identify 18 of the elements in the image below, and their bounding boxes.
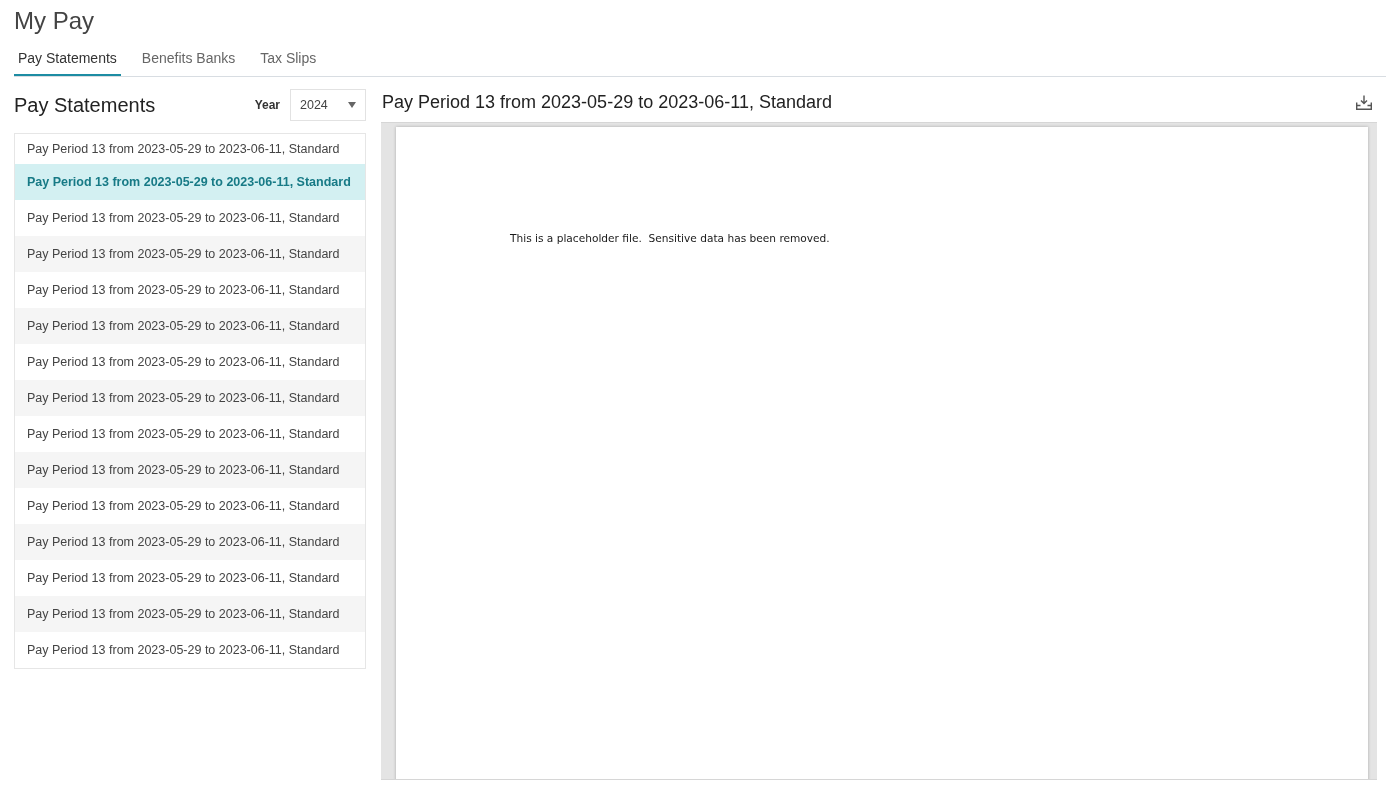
statement-item[interactable]: Pay Period 13 from 2023-05-29 to 2023-06-11, Standard: [15, 596, 365, 632]
tab[interactable]: Benefits Banks: [137, 40, 240, 76]
year-label: Year: [254, 98, 280, 112]
year-select[interactable]: 2024: [290, 89, 366, 121]
tab[interactable]: Tax Slips: [256, 40, 321, 76]
page-title: My Pay: [14, 6, 95, 36]
statement-item[interactable]: Pay Period 13 from 2023-05-29 to 2023-06-11, Standard: [15, 524, 365, 560]
viewer-title: Pay Period 13 from 2023-05-29 to 2023-06-11, Standard: [382, 91, 832, 113]
caret-icon: [348, 102, 356, 108]
document-text: This is a placeholder file. Sensitive data has been removed.: [510, 232, 830, 244]
section-title: Pay Statements: [14, 93, 157, 117]
tab[interactable]: Pay Statements: [14, 40, 121, 76]
statement-item[interactable]: Pay Period 13 from 2023-05-29 to 2023-06-11, Standard: [15, 308, 365, 344]
statement-item[interactable]: Pay Period 13 from 2023-05-29 to 2023-06-11, Standard: [15, 380, 365, 416]
statement-item[interactable]: Pay Period 13 from 2023-05-29 to 2023-06-11, Standard: [15, 452, 365, 488]
statement-item[interactable]: Pay Period 13 from 2023-05-29 to 2023-06-11, Standard: [15, 164, 365, 200]
statement-item[interactable]: Pay Period 13 from 2023-05-29 to 2023-06-11, Standard: [15, 236, 365, 272]
download-icon[interactable]: [1356, 94, 1372, 110]
